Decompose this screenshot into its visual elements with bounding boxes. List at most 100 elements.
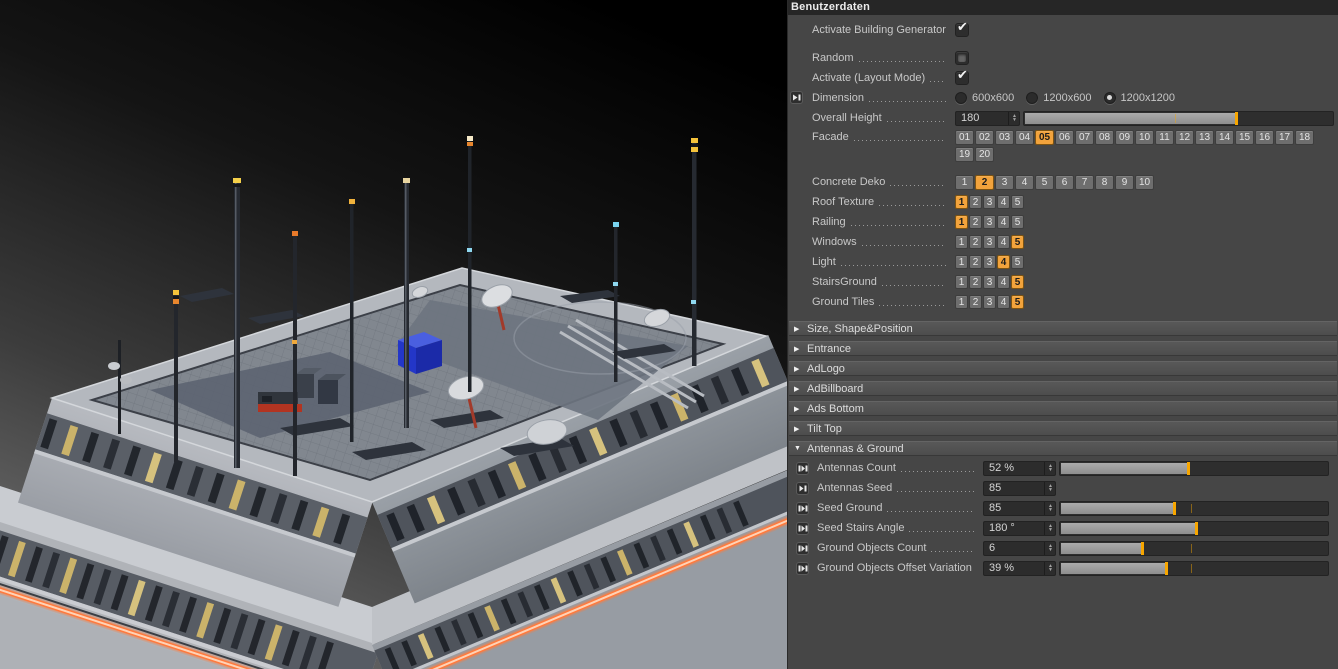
- slider-handle[interactable]: [1141, 542, 1144, 555]
- seed-stairs-angle-slider[interactable]: [1059, 521, 1329, 536]
- section-header-entrance[interactable]: ▶ Entrance: [789, 341, 1337, 356]
- choice-button[interactable]: 10: [1135, 130, 1154, 145]
- stepper[interactable]: ▲▼: [1008, 112, 1017, 125]
- choice-button[interactable]: 06: [1055, 130, 1074, 145]
- slider-handle[interactable]: [1195, 522, 1198, 535]
- choice-button[interactable]: 5: [1011, 235, 1024, 249]
- choice-button[interactable]: 12: [1175, 130, 1194, 145]
- choice-button[interactable]: 5: [1011, 275, 1024, 289]
- choice-button[interactable]: 1: [955, 175, 974, 190]
- overall-height-slider[interactable]: [1023, 111, 1334, 126]
- choice-button[interactable]: 2: [969, 195, 982, 209]
- slider-handle[interactable]: [1235, 112, 1238, 125]
- choice-button[interactable]: 2: [975, 175, 994, 190]
- choice-button[interactable]: 04: [1015, 130, 1034, 145]
- choice-button[interactable]: 5: [1035, 175, 1054, 190]
- choice-button[interactable]: 1: [955, 215, 968, 229]
- choice-button[interactable]: 3: [995, 175, 1014, 190]
- choice-button[interactable]: 16: [1255, 130, 1274, 145]
- choice-button[interactable]: 4: [997, 235, 1010, 249]
- choice-button[interactable]: 1: [955, 275, 968, 289]
- stepper[interactable]: ▲▼: [1044, 542, 1053, 555]
- choice-button[interactable]: 1: [955, 295, 968, 309]
- choice-button[interactable]: 5: [1011, 215, 1024, 229]
- stepper[interactable]: ▲▼: [1044, 502, 1053, 515]
- choice-button[interactable]: 07: [1075, 130, 1094, 145]
- choice-button[interactable]: 4: [997, 215, 1010, 229]
- choice-button[interactable]: 05: [1035, 130, 1054, 145]
- antennas-seed-field[interactable]: 85▲▼: [983, 481, 1056, 496]
- stepper[interactable]: ▲▼: [1044, 522, 1053, 535]
- choice-button[interactable]: 15: [1235, 130, 1254, 145]
- choice-button[interactable]: 3: [983, 215, 996, 229]
- choice-button[interactable]: 3: [983, 255, 996, 269]
- choice-button[interactable]: 03: [995, 130, 1014, 145]
- choice-button[interactable]: 18: [1295, 130, 1314, 145]
- slider-handle[interactable]: [1173, 502, 1176, 515]
- ground-objects-offset-variation-field[interactable]: 39 %▲▼: [983, 561, 1056, 576]
- radio-option[interactable]: 1200x600: [1026, 92, 1091, 104]
- choice-button[interactable]: 4: [997, 295, 1010, 309]
- section-header-adbillboard[interactable]: ▶ AdBillboard: [789, 381, 1337, 396]
- choice-button[interactable]: 2: [969, 235, 982, 249]
- choice-button[interactable]: 4: [1015, 175, 1034, 190]
- antennas-count-field[interactable]: 52 %▲▼: [983, 461, 1056, 476]
- choice-button[interactable]: 1: [955, 235, 968, 249]
- section-header-size-shape-position[interactable]: ▶ Size, Shape&Position: [789, 321, 1337, 336]
- choice-button[interactable]: 3: [983, 295, 996, 309]
- choice-button[interactable]: 01: [955, 130, 974, 145]
- choice-button[interactable]: 5: [1011, 195, 1024, 209]
- choice-button[interactable]: 17: [1275, 130, 1294, 145]
- choice-button[interactable]: 09: [1115, 130, 1134, 145]
- choice-button[interactable]: 2: [969, 255, 982, 269]
- random-checkbox[interactable]: [955, 51, 969, 65]
- slider-handle[interactable]: [1187, 462, 1190, 475]
- overall-height-field[interactable]: 180 ▲▼: [955, 111, 1020, 126]
- stepper[interactable]: ▲▼: [1044, 462, 1053, 475]
- section-header-tilt-top[interactable]: ▶ Tilt Top: [789, 421, 1337, 436]
- seed-ground-field[interactable]: 85▲▼: [983, 501, 1056, 516]
- choice-button[interactable]: 1: [955, 255, 968, 269]
- choice-button[interactable]: 13: [1195, 130, 1214, 145]
- choice-button[interactable]: 9: [1115, 175, 1134, 190]
- choice-button[interactable]: 1: [955, 195, 968, 209]
- choice-button[interactable]: 3: [983, 195, 996, 209]
- ground-objects-offset-variation-slider[interactable]: [1059, 561, 1329, 576]
- ground-objects-count-slider[interactable]: [1059, 541, 1329, 556]
- ground-objects-count-field[interactable]: 6▲▼: [983, 541, 1056, 556]
- antennas-count-slider[interactable]: [1059, 461, 1329, 476]
- choice-button[interactable]: 08: [1095, 130, 1114, 145]
- stepper[interactable]: ▲▼: [1044, 562, 1053, 575]
- choice-button[interactable]: 7: [1075, 175, 1094, 190]
- stepper[interactable]: ▲▼: [1044, 482, 1053, 495]
- activate-layout-mode-checkbox[interactable]: ✔: [955, 71, 969, 85]
- activate-building-generator-checkbox[interactable]: ✔: [955, 23, 969, 37]
- seed-stairs-angle-field[interactable]: 180 °▲▼: [983, 521, 1056, 536]
- choice-button[interactable]: 2: [969, 215, 982, 229]
- choice-button[interactable]: 8: [1095, 175, 1114, 190]
- radio-option[interactable]: 600x600: [955, 92, 1014, 104]
- choice-button[interactable]: 3: [983, 235, 996, 249]
- choice-button[interactable]: 20: [975, 147, 994, 162]
- choice-button[interactable]: 2: [969, 275, 982, 289]
- radio-option[interactable]: 1200x1200: [1104, 92, 1175, 104]
- choice-button[interactable]: 10: [1135, 175, 1154, 190]
- viewport-3d[interactable]: [0, 0, 787, 669]
- choice-button[interactable]: 3: [983, 275, 996, 289]
- section-header-antennas-ground[interactable]: ▼ Antennas & Ground: [789, 441, 1337, 456]
- seed-ground-slider[interactable]: [1059, 501, 1329, 516]
- choice-button[interactable]: 02: [975, 130, 994, 145]
- choice-button[interactable]: 14: [1215, 130, 1234, 145]
- choice-button[interactable]: 2: [969, 295, 982, 309]
- choice-button[interactable]: 4: [997, 275, 1010, 289]
- choice-button[interactable]: 11: [1155, 130, 1174, 145]
- choice-button[interactable]: 19: [955, 147, 974, 162]
- section-header-ads-bottom[interactable]: ▶ Ads Bottom: [789, 401, 1337, 416]
- slider-handle[interactable]: [1165, 562, 1168, 575]
- choice-button[interactable]: 6: [1055, 175, 1074, 190]
- choice-button[interactable]: 4: [997, 255, 1010, 269]
- choice-button[interactable]: 5: [1011, 295, 1024, 309]
- choice-button[interactable]: 4: [997, 195, 1010, 209]
- section-header-adlogo[interactable]: ▶ AdLogo: [789, 361, 1337, 376]
- choice-button[interactable]: 5: [1011, 255, 1024, 269]
